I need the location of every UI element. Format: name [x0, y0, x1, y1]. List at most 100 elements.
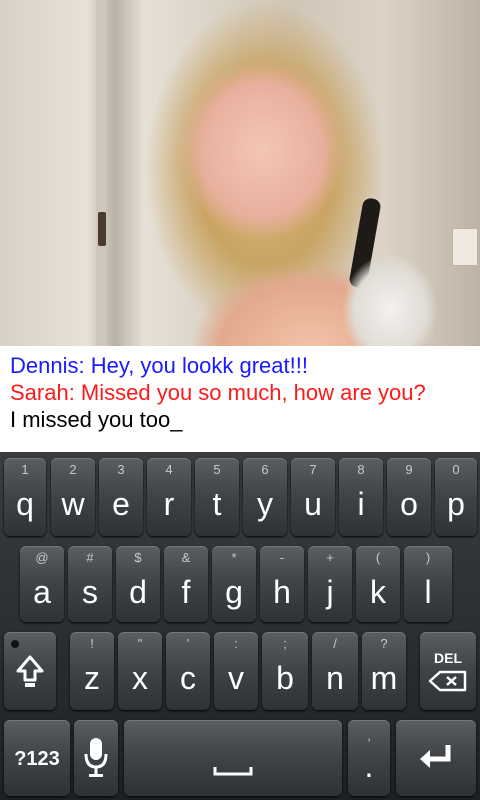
key-d[interactable]: $ d: [116, 546, 160, 622]
key-main: b: [276, 660, 294, 696]
key-a[interactable]: @ a: [20, 546, 64, 622]
key-main: v: [228, 660, 244, 696]
key-alt: 3: [117, 462, 125, 477]
key-main: i: [357, 486, 365, 522]
key-v[interactable]: :v: [214, 632, 258, 710]
key-alt: /: [333, 636, 337, 651]
key-y[interactable]: 6y: [243, 458, 287, 536]
key-main: h: [273, 574, 291, 610]
key-f[interactable]: & f: [164, 546, 208, 622]
key-alt: 4: [165, 462, 173, 477]
key-s[interactable]: # s: [68, 546, 112, 622]
symbols-label: ?123: [14, 748, 60, 770]
key-main: l: [424, 574, 432, 610]
backspace-icon: [420, 670, 476, 697]
key-alt: ;: [283, 636, 287, 651]
key-alt: 7: [309, 462, 317, 477]
key-alt: &: [181, 550, 191, 565]
key-p[interactable]: 0p: [435, 458, 477, 536]
shift-icon: [4, 654, 56, 695]
key-alt: 1: [21, 462, 29, 477]
key-alt: ): [425, 550, 431, 565]
key-r[interactable]: 4r: [147, 458, 191, 536]
key-o[interactable]: 9o: [387, 458, 431, 536]
key-j[interactable]: + j: [308, 546, 352, 622]
caps-indicator-icon: [4, 636, 56, 654]
key-b[interactable]: ; b: [262, 632, 308, 710]
key-main: x: [132, 660, 148, 696]
key-main: r: [163, 486, 175, 522]
key-alt: +: [326, 550, 334, 565]
key-main: k: [370, 574, 386, 610]
chat-message-dennis: Dennis: Hey, you lookk great!!!: [10, 353, 308, 378]
key-alt: 0: [452, 462, 460, 477]
key-main: u: [304, 486, 322, 522]
space-key[interactable]: [124, 720, 342, 796]
wall-outlet: [452, 228, 478, 266]
period-main: .: [364, 748, 374, 784]
key-alt: #: [86, 550, 94, 565]
key-main: e: [112, 486, 130, 522]
voice-input-key[interactable]: [74, 720, 118, 796]
key-alt: *: [231, 550, 237, 565]
key-main: c: [180, 660, 196, 696]
key-alt: $: [134, 550, 142, 565]
key-u[interactable]: 7u: [291, 458, 335, 536]
symbols-key[interactable]: ?123: [4, 720, 70, 796]
key-main: y: [257, 486, 273, 522]
key-alt: 2: [69, 462, 77, 477]
key-w[interactable]: 2w: [51, 458, 95, 536]
key-alt: 5: [213, 462, 221, 477]
chat-panel: Dennis: Hey, you lookk great!!! Sarah: M…: [0, 346, 480, 452]
key-alt: -: [279, 550, 285, 565]
key-main: s: [82, 574, 98, 610]
period-key[interactable]: , .: [348, 720, 390, 796]
message-input[interactable]: I missed you too_: [10, 407, 182, 433]
key-q[interactable]: 1q: [4, 458, 46, 536]
key-g[interactable]: * g: [212, 546, 256, 622]
key-alt: 9: [405, 462, 413, 477]
key-c[interactable]: ' c: [166, 632, 210, 710]
microphone-icon: [74, 736, 118, 785]
key-main: f: [181, 574, 191, 610]
key-alt: ': [186, 636, 190, 651]
key-h[interactable]: -h: [260, 546, 304, 622]
soft-keyboard: 1q 2w 3e 4r 5t 6y 7u 8i 9o 0p @ a # s $ d &…: [0, 452, 480, 800]
key-l[interactable]: ) l: [404, 546, 452, 622]
key-main: d: [129, 574, 147, 610]
shift-key[interactable]: [4, 632, 56, 710]
chat-message-sarah: Sarah: Missed you so much, how are you?: [10, 380, 426, 405]
key-alt: @: [35, 550, 49, 565]
key-n[interactable]: / n: [312, 632, 358, 710]
key-alt: !: [90, 636, 94, 651]
key-main: o: [400, 486, 418, 522]
door-frame: [96, 0, 106, 346]
key-main: t: [212, 486, 222, 522]
photo-shirt: [330, 230, 450, 346]
key-alt: 8: [357, 462, 365, 477]
key-main: j: [326, 574, 334, 610]
key-alt: 6: [261, 462, 269, 477]
key-x[interactable]: " x: [118, 632, 162, 710]
period-alt: ,: [367, 728, 371, 743]
key-z[interactable]: ! z: [70, 632, 114, 710]
key-k[interactable]: (k: [356, 546, 400, 622]
key-m[interactable]: ? m: [362, 632, 406, 710]
key-main: g: [225, 574, 243, 610]
delete-key[interactable]: DEL: [420, 632, 476, 710]
key-main: n: [326, 660, 344, 696]
key-alt: ?: [380, 636, 388, 651]
enter-arrow-icon: [396, 742, 476, 777]
door-hinge: [98, 212, 106, 246]
key-alt: (: [375, 550, 381, 565]
key-alt: ": [137, 636, 143, 651]
key-i[interactable]: 8i: [339, 458, 383, 536]
key-main: z: [84, 660, 100, 696]
key-e[interactable]: 3e: [99, 458, 143, 536]
key-main: m: [370, 660, 398, 696]
key-main: w: [61, 486, 85, 522]
key-main: q: [16, 486, 34, 522]
key-t[interactable]: 5t: [195, 458, 239, 536]
enter-key[interactable]: [396, 720, 476, 796]
key-alt: :: [234, 636, 238, 651]
